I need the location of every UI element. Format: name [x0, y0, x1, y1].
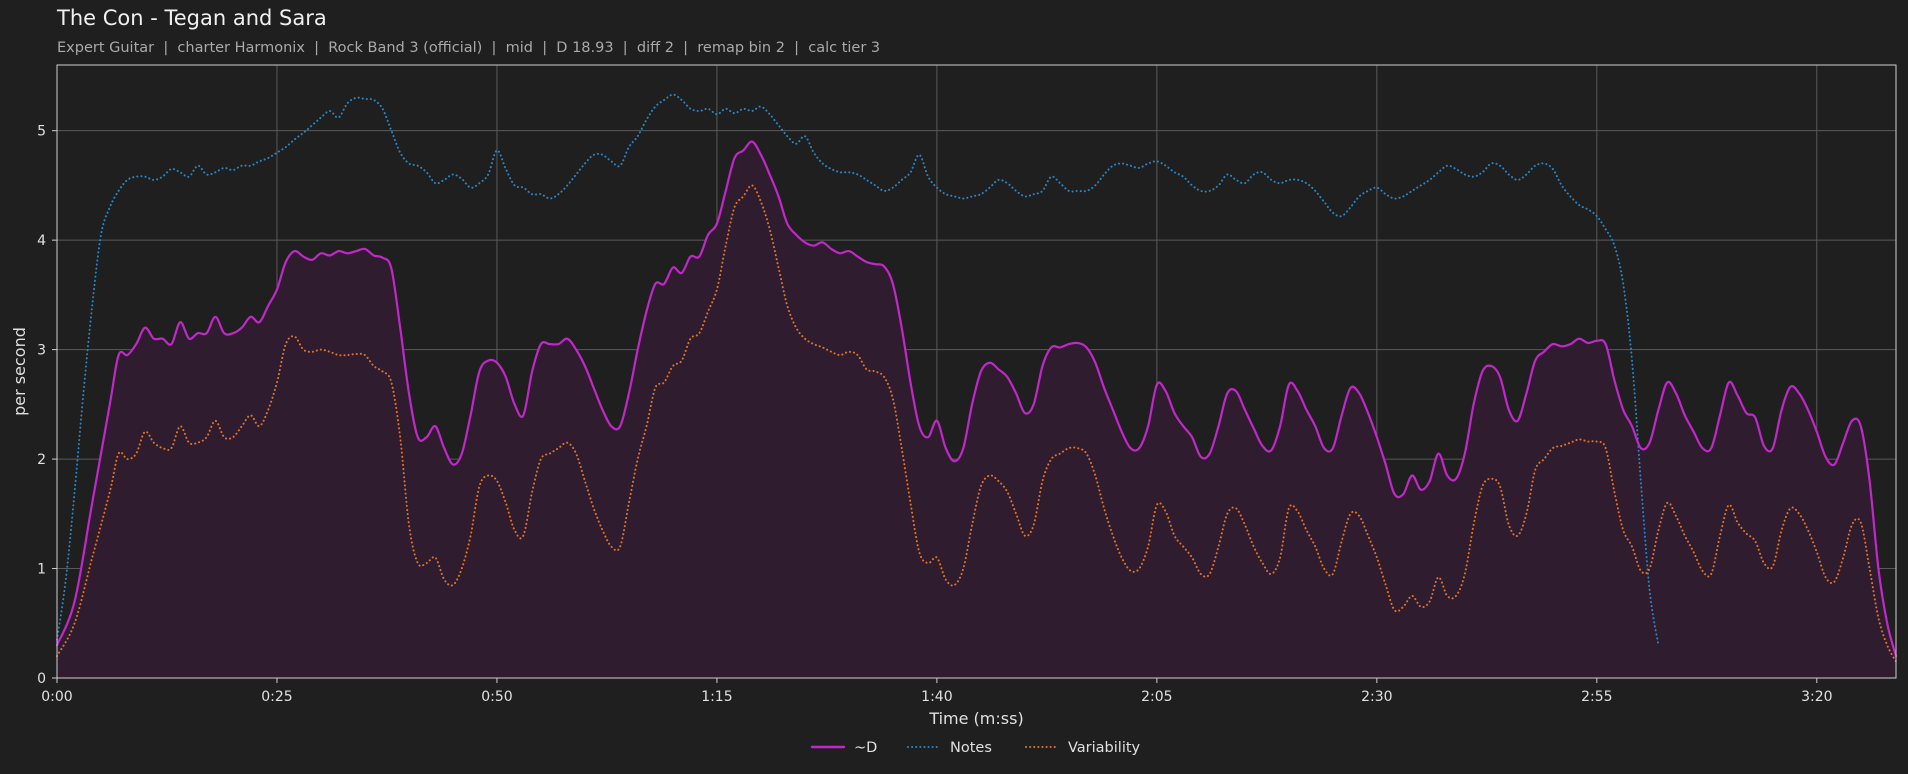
x-tick-label: 0:00 [41, 689, 72, 705]
x-tick-label: 3:20 [1801, 689, 1832, 705]
x-tick-label: 1:15 [701, 689, 732, 705]
series-fill-d [57, 141, 1896, 678]
chart: 0:00 0:25 0:50 1:15 1:40 2:05 2:30 2:55 3:20 0 1 2 3… [10, 64, 1898, 756]
y-tick-label: 3 [37, 343, 46, 359]
series-fill-layer [57, 141, 1896, 678]
y-tick-label: 4 [37, 233, 46, 249]
x-tick-label: 2:30 [1361, 689, 1392, 705]
legend: ~D Notes Variability [810, 740, 1141, 756]
y-axis-label: per second [10, 327, 29, 416]
y-tick-label: 5 [37, 124, 46, 140]
x-tick-label: 2:05 [1141, 689, 1172, 705]
y-tick-label: 2 [37, 452, 46, 468]
legend-label-variability: Variability [1068, 740, 1141, 756]
x-axis-label: Time (m:ss) [928, 709, 1023, 728]
x-tick-label: 0:25 [261, 689, 292, 705]
y-tick-label: 0 [37, 671, 46, 687]
legend-label-d: ~D [854, 740, 877, 756]
x-tick-label: 1:40 [921, 689, 952, 705]
x-tick-label: 2:55 [1581, 689, 1612, 705]
legend-label-notes: Notes [950, 740, 992, 756]
x-tick-label: 0:50 [481, 689, 512, 705]
y-tick-label: 1 [37, 562, 46, 578]
